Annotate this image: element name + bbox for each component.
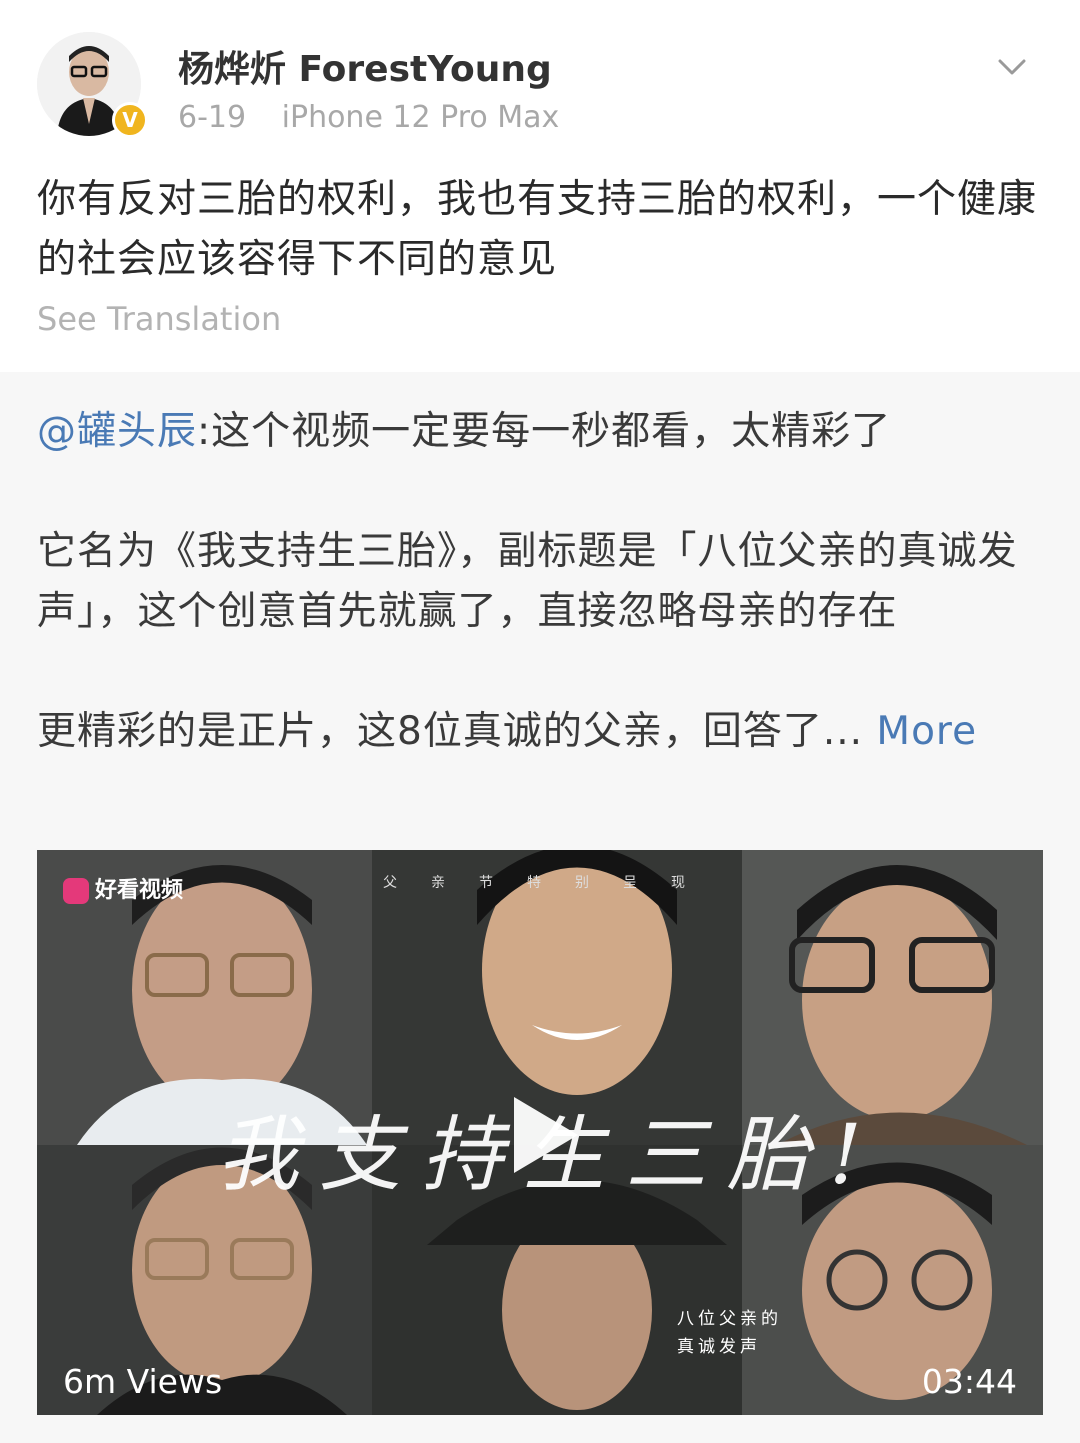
- video-side-caption-line-2: 真诚发声: [677, 1337, 761, 1357]
- see-translation-link[interactable]: See Translation: [37, 300, 281, 338]
- video-side-caption-line-1: 八位父亲的: [677, 1309, 782, 1329]
- post-text: 你有反对三胎的权利，我也有支持三胎的权利，一个健康的社会应该容得下不同的意见: [37, 177, 1038, 282]
- mention-link[interactable]: @罐头辰: [37, 409, 197, 454]
- post-header: V 杨烨炘 ForestYoung 6-19 iPhone 12 Pro Max: [0, 0, 1080, 160]
- video-side-caption: 八位父亲的 真诚发声: [677, 1305, 807, 1361]
- more-link[interactable]: More: [876, 709, 977, 754]
- haokan-logo-icon: [63, 878, 89, 904]
- repost-block[interactable]: @罐头辰:这个视频一定要每一秒都看，太精彩了 它名为《我支持生三胎》，副标题是「…: [0, 372, 1080, 1443]
- username[interactable]: 杨烨炘 ForestYoung: [178, 40, 552, 92]
- repost-line-1: :这个视频一定要每一秒都看，太精彩了: [197, 409, 892, 454]
- video-top-caption: 父亲节特别呈现: [383, 875, 719, 891]
- repost-line-3: 更精彩的是正片，这8位真诚的父亲，回答了...: [37, 709, 864, 754]
- post-device: iPhone 12 Pro Max: [281, 100, 560, 135]
- video-player[interactable]: 好看视频 父亲节特别呈现 我支持生三胎! 八位父亲的 真诚发声 6m Views…: [37, 850, 1043, 1415]
- video-source-logo: 好看视频: [63, 872, 183, 904]
- video-duration: 03:44: [921, 1362, 1017, 1401]
- chevron-down-icon[interactable]: [992, 52, 1032, 82]
- repost-paragraph-1: @罐头辰:这个视频一定要每一秒都看，太精彩了: [37, 402, 1037, 462]
- repost-text: @罐头辰:这个视频一定要每一秒都看，太精彩了 它名为《我支持生三胎》，副标题是「…: [37, 402, 1037, 822]
- post-meta: 6-19 iPhone 12 Pro Max: [178, 100, 559, 135]
- verified-badge-icon: V: [112, 102, 148, 138]
- video-source-label: 好看视频: [95, 878, 184, 903]
- video-views: 6m Views: [63, 1362, 223, 1401]
- post-date: 6-19: [178, 100, 247, 135]
- repost-paragraph-3: 更精彩的是正片，这8位真诚的父亲，回答了... More: [37, 702, 1037, 762]
- play-icon[interactable]: [510, 1095, 580, 1175]
- repost-paragraph-2: 它名为《我支持生三胎》，副标题是「八位父亲的真诚发声」，这个创意首先就赢了，直接…: [37, 529, 1018, 634]
